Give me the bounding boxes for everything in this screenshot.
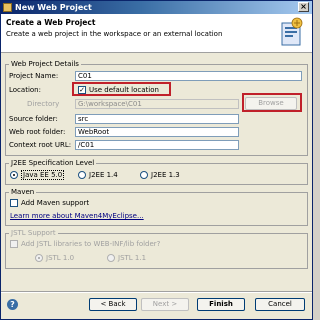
learn-more-maven-link[interactable]: Learn more about Maven4MyEclipse...	[10, 211, 144, 221]
context-root-url-label: Context root URL:	[9, 141, 72, 149]
directory-label: Directory	[27, 100, 60, 108]
jstl-1-0-label: JSTL 1.0	[46, 254, 75, 262]
cancel-button[interactable]: Cancel	[255, 298, 305, 311]
location-label: Location:	[9, 86, 41, 94]
add-jstl-libraries-checkbox[interactable]	[10, 240, 18, 248]
j2ee-1-4-label: J2EE 1.4	[89, 171, 118, 179]
banner-description: Create a web project in the workspace or…	[6, 30, 223, 38]
next-button[interactable]: Next >	[141, 298, 189, 311]
footer-separator	[1, 291, 312, 293]
source-folder-label: Source folder:	[9, 115, 58, 123]
close-icon[interactable]: ×	[298, 2, 309, 12]
use-default-location-highlight	[72, 82, 171, 96]
j2ee-1-4-radio[interactable]	[78, 171, 86, 179]
jstl-support-label: JSTL Support	[9, 229, 58, 237]
web-root-folder-label: Web root folder:	[9, 128, 66, 136]
context-root-url-input[interactable]: /C01	[75, 140, 239, 150]
java-ee-5-label: Java EE 5.0	[21, 170, 65, 180]
window-title: New Web Project	[15, 3, 92, 12]
jstl-1-0-radio[interactable]	[35, 254, 43, 262]
j2ee-1-3-radio[interactable]	[140, 171, 148, 179]
jstl-1-1-radio[interactable]	[107, 254, 115, 262]
project-name-label: Project Name:	[9, 72, 59, 80]
wizard-banner: Create a Web Project Create a web projec…	[1, 14, 312, 53]
project-name-input[interactable]: C01	[75, 71, 302, 81]
add-maven-support-label: Add Maven support	[21, 199, 90, 207]
browse-highlight	[242, 93, 302, 112]
j2ee-level-label: J2EE Specification Level	[9, 159, 97, 167]
directory-input[interactable]: G:\workspace\C01	[75, 99, 239, 109]
j2ee-1-3-label: J2EE 1.3	[151, 171, 180, 179]
java-ee-5-radio[interactable]	[10, 171, 18, 179]
help-icon[interactable]: ?	[7, 299, 18, 310]
add-maven-support-checkbox[interactable]	[10, 199, 18, 207]
web-project-details-label: Web Project Details	[9, 60, 81, 68]
web-root-folder-input[interactable]: WebRoot	[75, 127, 239, 137]
title-bar[interactable]: New Web Project ×	[1, 1, 312, 14]
add-jstl-libraries-label: Add JSTL libraries to WEB-INF/lib folder…	[21, 240, 161, 248]
wizard-icon	[281, 17, 303, 46]
new-web-project-dialog: New Web Project × Create a Web Project C…	[0, 0, 313, 320]
banner-heading: Create a Web Project	[6, 18, 96, 27]
app-icon	[3, 3, 12, 12]
source-folder-input[interactable]: src	[75, 114, 239, 124]
jstl-1-1-label: JSTL 1.1	[118, 254, 147, 262]
back-button[interactable]: < Back	[89, 298, 137, 311]
maven-group-label: Maven	[9, 188, 37, 196]
finish-button[interactable]: Finish	[197, 298, 245, 311]
